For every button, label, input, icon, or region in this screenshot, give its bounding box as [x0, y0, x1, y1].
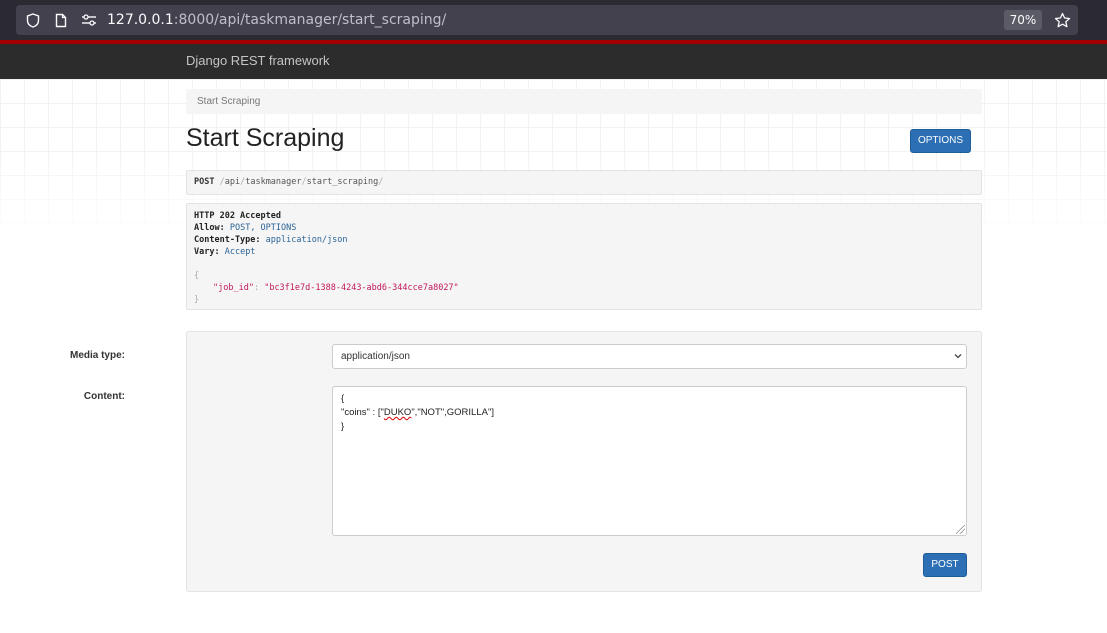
- content-line: {: [341, 393, 345, 404]
- content-line: }: [341, 421, 345, 432]
- json-close-brace: }: [194, 295, 200, 305]
- brand-link[interactable]: Django REST framework: [186, 44, 330, 79]
- address-bar[interactable]: 127.0.0.1:8000/api/taskmanager/start_scr…: [16, 5, 1078, 35]
- request-path-segment: start_scraping: [306, 177, 379, 187]
- drf-navbar: Django REST framework: [0, 40, 1107, 79]
- response-status: HTTP 202 Accepted: [194, 211, 281, 221]
- content-textarea[interactable]: { "coins" : ["DUKO","NOT",GORILLA"]}: [332, 386, 967, 536]
- page-title: Start Scraping: [186, 124, 345, 152]
- post-button[interactable]: POST: [923, 553, 967, 577]
- zoom-level-badge[interactable]: 70%: [1004, 10, 1042, 30]
- response-header: Vary: Accept: [194, 247, 256, 257]
- media-type-label: Media type:: [69, 350, 125, 361]
- request-method: POST: [194, 177, 215, 187]
- breadcrumb: Start Scraping: [186, 89, 982, 114]
- request-path-segment: taskmanager: [245, 177, 302, 187]
- json-body-line: "job_id": "bc3f1e7d-1388-4243-abd6-344cc…: [213, 283, 459, 293]
- content-label: Content:: [83, 391, 125, 402]
- browser-toolbar: 127.0.0.1:8000/api/taskmanager/start_scr…: [0, 0, 1107, 40]
- shield-icon[interactable]: [24, 5, 42, 35]
- request-path-segment: api: [224, 177, 241, 187]
- spellcheck-flag: DUKO: [383, 407, 412, 418]
- media-type-select[interactable]: application/json: [332, 344, 967, 369]
- star-icon[interactable]: [1052, 5, 1072, 35]
- response-header: Allow: POST, OPTIONS: [194, 223, 297, 233]
- media-type-value: application/json: [341, 351, 410, 362]
- page-icon[interactable]: [52, 5, 70, 35]
- response-header: Content-Type: application/json: [194, 235, 348, 245]
- url-host: 127.0.0.1: [107, 12, 174, 28]
- response-info: HTTP 202 Accepted Allow: POST, OPTIONS C…: [186, 203, 982, 310]
- options-button[interactable]: OPTIONS: [910, 129, 971, 153]
- breadcrumb-item[interactable]: Start Scraping: [197, 96, 260, 107]
- json-open-brace: {: [194, 271, 200, 281]
- url-text[interactable]: 127.0.0.1:8000/api/taskmanager/start_scr…: [107, 5, 446, 35]
- chevron-down-icon: [953, 345, 963, 368]
- resize-handle-icon[interactable]: [956, 525, 965, 534]
- permissions-icon[interactable]: [79, 5, 99, 35]
- content-line: "coins" : ["DUKO","NOT",GORILLA"]: [341, 407, 494, 418]
- url-path: :8000/api/taskmanager/start_scraping/: [173, 12, 447, 28]
- request-info: POST /api/taskmanager/start_scraping/: [186, 170, 982, 195]
